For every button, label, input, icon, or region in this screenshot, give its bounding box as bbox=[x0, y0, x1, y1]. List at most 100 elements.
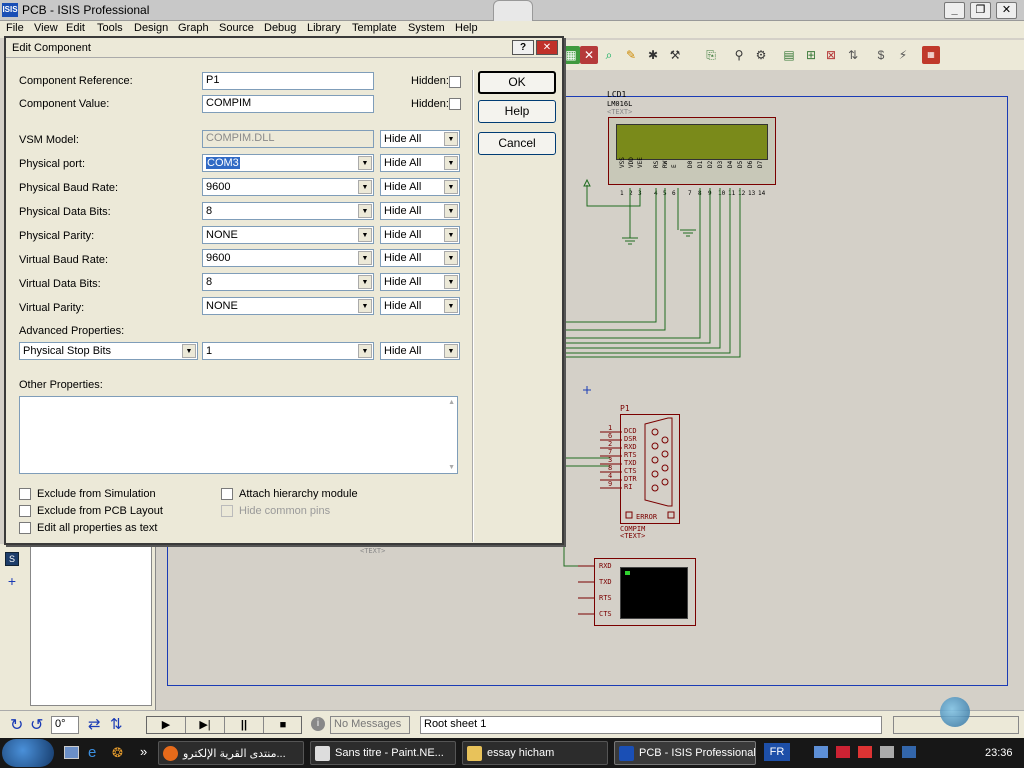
physical-port-select[interactable]: COM3 ▼ bbox=[202, 154, 374, 172]
scroll-down-icon[interactable]: ▼ bbox=[448, 464, 455, 471]
task-paint[interactable]: Sans titre - Paint.NE... bbox=[310, 741, 456, 765]
chevron-down-icon[interactable]: ▼ bbox=[358, 344, 372, 358]
advanced-visibility[interactable]: Hide All ▼ bbox=[380, 342, 460, 360]
stop-button[interactable]: ■ bbox=[264, 717, 302, 733]
chevron-down-icon[interactable]: ▼ bbox=[358, 299, 372, 313]
chevron-down-icon[interactable]: ▼ bbox=[182, 344, 196, 358]
chevron-down-icon[interactable]: ▼ bbox=[358, 204, 372, 218]
chevron-down-icon[interactable]: ▼ bbox=[444, 180, 458, 194]
chevron-down-icon[interactable]: ▼ bbox=[444, 204, 458, 218]
sheet-name-field: Root sheet 1 bbox=[420, 716, 882, 734]
hidden-text-placeholder: <TEXT> bbox=[360, 547, 386, 555]
tray-icon-3[interactable] bbox=[858, 746, 872, 758]
cancel-button[interactable]: Cancel bbox=[478, 132, 556, 155]
ok-button[interactable]: OK bbox=[478, 71, 556, 94]
reference-hidden-checkbox[interactable] bbox=[449, 76, 461, 88]
task-isis[interactable]: PCB - ISIS Professional bbox=[614, 741, 756, 765]
chevron-down-icon[interactable]: ▼ bbox=[358, 228, 372, 242]
rotation-field[interactable]: 0° bbox=[51, 716, 79, 734]
advanced-visibility-value: Hide All bbox=[384, 345, 422, 357]
vsm-model-visibility[interactable]: Hide All ▼ bbox=[380, 130, 460, 148]
start-button[interactable] bbox=[2, 739, 54, 767]
physical-baud-rate-select[interactable]: 9600 ▼ bbox=[202, 178, 374, 196]
physical-baud-rate-visibility-value: Hide All bbox=[384, 181, 422, 193]
isis-task-icon bbox=[619, 746, 634, 761]
tray-icon-2[interactable] bbox=[836, 746, 850, 758]
chevron-down-icon[interactable]: ▼ bbox=[444, 132, 458, 146]
exclude-simulation-label[interactable]: Exclude from Simulation bbox=[37, 488, 156, 500]
task-folder[interactable]: essay hicham bbox=[462, 741, 608, 765]
show-desktop-icon[interactable] bbox=[64, 746, 79, 759]
dialog-body: Component Reference: P1 Hidden: Componen… bbox=[10, 60, 462, 542]
device-selector-list[interactable] bbox=[30, 546, 152, 706]
physical-baud-rate-visibility[interactable]: Hide All ▼ bbox=[380, 178, 460, 196]
network-tray-icon[interactable] bbox=[814, 746, 828, 758]
exclude-pcb-label[interactable]: Exclude from PCB Layout bbox=[37, 505, 163, 517]
component-reference-input[interactable]: P1 bbox=[202, 72, 374, 90]
exclude-simulation-checkbox[interactable] bbox=[19, 488, 31, 500]
chevron-down-icon[interactable]: ▼ bbox=[358, 251, 372, 265]
rotate-cw-icon[interactable]: ↻ bbox=[10, 715, 23, 735]
subcircuit-mode-icon[interactable]: S bbox=[5, 552, 19, 566]
folder-icon bbox=[467, 746, 482, 761]
physical-parity-visibility[interactable]: Hide All ▼ bbox=[380, 226, 460, 244]
mirror-y-icon[interactable]: ⇅ bbox=[110, 715, 123, 733]
physical-data-bits-visibility[interactable]: Hide All ▼ bbox=[380, 202, 460, 220]
advanced-value-select[interactable]: 1 ▼ bbox=[202, 342, 374, 360]
chevron-down-icon[interactable]: ▼ bbox=[444, 299, 458, 313]
scroll-up-icon[interactable]: ▲ bbox=[448, 399, 455, 406]
exclude-pcb-checkbox[interactable] bbox=[19, 505, 31, 517]
chevron-down-icon[interactable]: ▼ bbox=[444, 156, 458, 170]
advanced-value: 1 bbox=[206, 345, 213, 357]
chevron-down-icon[interactable]: ▼ bbox=[444, 344, 458, 358]
chevron-down-icon[interactable]: ▼ bbox=[444, 228, 458, 242]
physical-parity-value: NONE bbox=[206, 229, 238, 241]
language-indicator[interactable]: FR bbox=[764, 743, 790, 761]
virtual-parity-visibility[interactable]: Hide All ▼ bbox=[380, 297, 460, 315]
chevron-down-icon[interactable]: ▼ bbox=[358, 156, 372, 170]
edit-all-as-text-label[interactable]: Edit all properties as text bbox=[37, 522, 157, 534]
chevron-down-icon[interactable]: ▼ bbox=[358, 275, 372, 289]
origin-marker-icon[interactable]: + bbox=[5, 574, 19, 588]
play-button[interactable]: ▶ bbox=[147, 717, 186, 733]
physical-parity-select[interactable]: NONE ▼ bbox=[202, 226, 374, 244]
virtual-baud-rate-select[interactable]: 9600 ▼ bbox=[202, 249, 374, 267]
volume-tray-icon[interactable] bbox=[880, 746, 894, 758]
messages-label[interactable]: No Messages bbox=[330, 716, 410, 734]
advanced-property-select[interactable]: Physical Stop Bits ▼ bbox=[19, 342, 198, 360]
attach-hierarchy-label[interactable]: Attach hierarchy module bbox=[239, 488, 358, 500]
help-button[interactable]: Help bbox=[478, 100, 556, 123]
component-value-input[interactable]: COMPIM bbox=[202, 95, 374, 113]
virtual-data-bits-select[interactable]: 8 ▼ bbox=[202, 273, 374, 291]
pause-button[interactable]: || bbox=[225, 717, 264, 733]
task-isis-label: PCB - ISIS Professional bbox=[639, 747, 756, 759]
terminal-pin-cts: CTS bbox=[599, 610, 612, 618]
rotate-ccw-icon[interactable]: ↺ bbox=[30, 715, 43, 735]
advanced-properties-label: Advanced Properties: bbox=[19, 325, 125, 337]
chevron-down-icon[interactable]: ▼ bbox=[444, 275, 458, 289]
step-button[interactable]: ▶| bbox=[186, 717, 225, 733]
tray-icon-5[interactable] bbox=[902, 746, 916, 758]
chevron-down-icon[interactable]: ▼ bbox=[444, 251, 458, 265]
dialog-titlebar[interactable]: Edit Component ? ✕ bbox=[6, 38, 562, 58]
media-player-icon[interactable]: ❂ bbox=[112, 745, 123, 761]
virtual-baud-rate-visibility[interactable]: Hide All ▼ bbox=[380, 249, 460, 267]
physical-port-visibility[interactable]: Hide All ▼ bbox=[380, 154, 460, 172]
attach-hierarchy-checkbox[interactable] bbox=[221, 488, 233, 500]
value-hidden-checkbox[interactable] bbox=[449, 98, 461, 110]
edit-all-as-text-checkbox[interactable] bbox=[19, 522, 31, 534]
terminal-pin-rts: RTS bbox=[599, 594, 612, 602]
virtual-data-bits-visibility[interactable]: Hide All ▼ bbox=[380, 273, 460, 291]
task-firefox[interactable]: منتدى القرية الإلكترو... bbox=[158, 741, 304, 765]
dialog-close-button[interactable]: ✕ bbox=[536, 40, 558, 55]
quick-launch-more-icon[interactable]: » bbox=[140, 744, 147, 759]
virtual-parity-select[interactable]: NONE ▼ bbox=[202, 297, 374, 315]
mirror-x-icon[interactable]: ⇄ bbox=[88, 715, 101, 733]
port-pin-number: 6 bbox=[608, 432, 613, 440]
physical-data-bits-select[interactable]: 8 ▼ bbox=[202, 202, 374, 220]
chevron-down-icon[interactable]: ▼ bbox=[358, 180, 372, 194]
dialog-help-button[interactable]: ? bbox=[512, 40, 534, 55]
forum-watermark-logo bbox=[940, 697, 970, 727]
other-properties-textarea[interactable]: ▲ ▼ bbox=[19, 396, 458, 474]
internet-explorer-icon[interactable]: e bbox=[88, 744, 96, 761]
